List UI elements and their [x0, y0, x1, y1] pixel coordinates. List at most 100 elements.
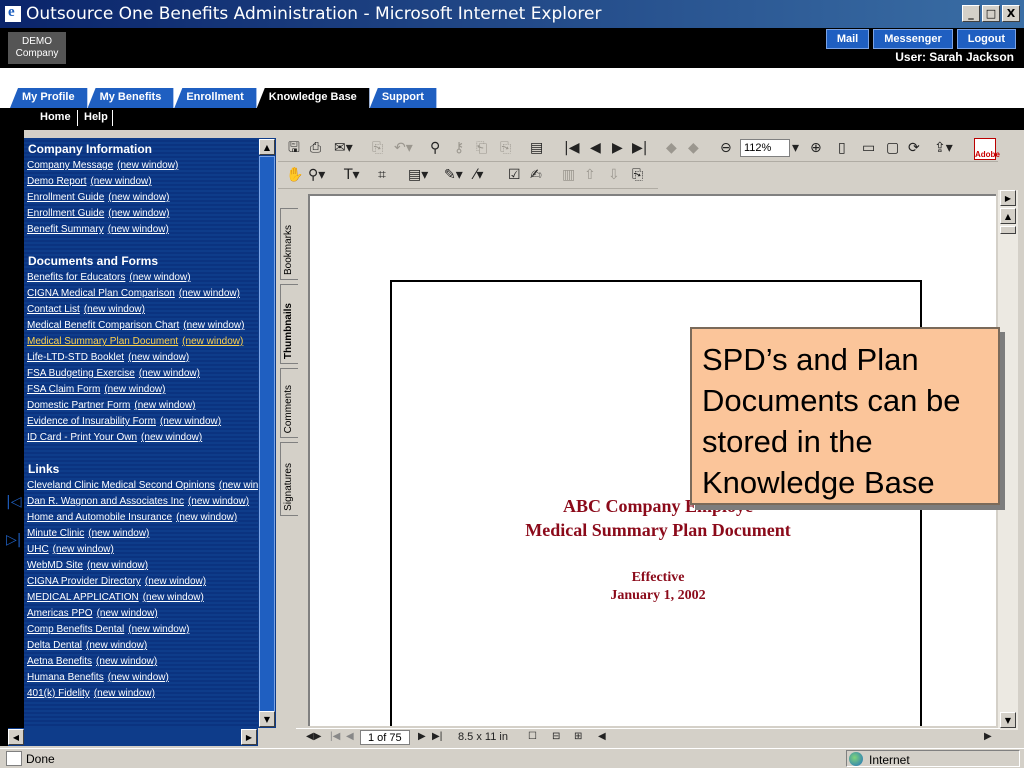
search-icon[interactable]: ⚷	[454, 140, 464, 156]
doc-scroll-up-icon[interactable]: ▲	[1000, 208, 1016, 224]
new-window-link[interactable]: (new window)	[117, 160, 178, 171]
kb-link[interactable]: Americas PPO (new window)	[27, 608, 158, 619]
previous-view-icon[interactable]: ⎗	[476, 140, 487, 156]
tab-thumbnails[interactable]: Thumbnails	[280, 284, 298, 364]
adobe-logo-icon[interactable]: Adobe	[974, 138, 1000, 160]
kb-link[interactable]: Aetna Benefits (new window)	[27, 656, 157, 667]
new-window-link[interactable]: (new window)	[145, 576, 206, 587]
new-window-link[interactable]: (new window)	[188, 496, 249, 507]
scroll-down-icon[interactable]: ▼	[259, 711, 275, 727]
bar-next-page-icon[interactable]: ▶	[418, 731, 426, 742]
note-tool-icon[interactable]: ▤▾	[408, 167, 428, 183]
new-window-link[interactable]: (new window)	[87, 560, 148, 571]
new-window-link[interactable]: (new window)	[104, 384, 165, 395]
previous-page-icon[interactable]: ◀	[590, 140, 601, 156]
kb-link[interactable]: CIGNA Medical Plan Comparison (new window…	[27, 288, 240, 299]
kb-link[interactable]: ID Card - Print Your Own (new window)	[27, 432, 202, 443]
bookmark-tool-icon[interactable]: ▥	[562, 167, 575, 183]
hscroll-left-icon[interactable]: ◀	[598, 731, 606, 742]
new-window-link[interactable]: (new window)	[94, 688, 155, 699]
fit-width-icon[interactable]: ▢	[886, 140, 899, 156]
page-down-icon[interactable]: ⇩	[608, 167, 620, 183]
hscroll-right-icon[interactable]: ▶	[984, 731, 992, 742]
kb-link[interactable]: Life-LTD-STD Booklet (new window)	[27, 352, 189, 363]
left-panel-scrollbar[interactable]: ▲ ▼	[258, 138, 276, 728]
page-up-icon[interactable]: ⇧	[584, 167, 596, 183]
kb-link[interactable]: Contact List (new window)	[27, 304, 145, 315]
zoom-input[interactable]: 112%	[740, 139, 790, 157]
kb-link[interactable]: Home and Automobile Insurance (new window…	[27, 512, 237, 523]
subnav-help[interactable]: Help	[84, 111, 108, 123]
kb-link[interactable]: 401(k) Fidelity (new window)	[27, 688, 155, 699]
tab-comments[interactable]: Comments	[280, 368, 298, 438]
bar-first-page-icon[interactable]: |◀	[330, 731, 340, 742]
nav-toggle-icon[interactable]: ◀▶	[306, 731, 321, 742]
doc-scroll-down-icon[interactable]: ▼	[1000, 712, 1016, 728]
kb-link[interactable]: Comp Benefits Dental (new window)	[27, 624, 189, 635]
kb-link[interactable]: Medical Summary Plan Document (new window…	[27, 336, 243, 347]
mail-button[interactable]: Mail	[825, 29, 870, 49]
kb-link[interactable]: FSA Budgeting Exercise (new window)	[27, 368, 200, 379]
next-view-icon[interactable]: ⎘	[500, 140, 511, 156]
tab-knowledge-base[interactable]: Knowledge Base	[256, 88, 370, 108]
text-select-icon[interactable]: T▾	[344, 167, 360, 183]
new-window-link[interactable]: (new window)	[219, 480, 258, 491]
new-window-link[interactable]: (new window)	[183, 320, 244, 331]
kb-link[interactable]: Dan R. Wagnon and Associates Inc (new win…	[27, 496, 249, 507]
doc-scroll-right-icon[interactable]: ▶	[1000, 190, 1016, 206]
new-window-link[interactable]: (new window)	[182, 336, 243, 347]
scroll-thumb[interactable]	[259, 156, 275, 716]
new-window-link[interactable]: (new window)	[108, 208, 169, 219]
rotate-icon[interactable]: ⟳	[908, 140, 920, 156]
kb-link[interactable]: Domestic Partner Form (new window)	[27, 400, 196, 411]
kb-link[interactable]: Delta Dental (new window)	[27, 640, 147, 651]
new-window-link[interactable]: (new window)	[139, 368, 200, 379]
new-window-link[interactable]: (new window)	[179, 288, 240, 299]
kb-link[interactable]: UHC (new window)	[27, 544, 114, 555]
save-icon[interactable]: 🖫	[288, 140, 300, 156]
kb-link[interactable]: Benefits for Educators (new window)	[27, 272, 191, 283]
continuous-icon[interactable]: ⊟	[552, 731, 560, 742]
kb-link[interactable]: Evidence of Insurability Form (new window…	[27, 416, 221, 427]
print-icon[interactable]: ⎙	[310, 140, 321, 156]
checkmark-icon[interactable]: ☑	[508, 167, 521, 183]
kb-link[interactable]: Company Message (new window)	[27, 160, 178, 171]
find-icon[interactable]: ⚲	[430, 140, 440, 156]
attach-icon[interactable]: ⎘	[632, 167, 643, 183]
close-button[interactable]: X	[1002, 5, 1020, 22]
last-page-icon[interactable]: ▶|	[632, 140, 647, 156]
pencil-tool-icon[interactable]: ✎▾	[444, 167, 463, 183]
page-number-field[interactable]: 1 of 75	[360, 730, 410, 745]
new-window-link[interactable]: (new window)	[86, 640, 147, 651]
new-window-link[interactable]: (new window)	[128, 624, 189, 635]
new-window-link[interactable]: (new window)	[108, 672, 169, 683]
new-window-link[interactable]: (new window)	[141, 432, 202, 443]
actual-size-icon[interactable]: ▯	[838, 140, 846, 156]
kb-link[interactable]: MEDICAL APPLICATION (new window)	[27, 592, 204, 603]
expand-right-icon[interactable]: ▷|	[6, 532, 21, 548]
kb-link[interactable]: Enrollment Guide (new window)	[27, 192, 169, 203]
minimize-button[interactable]: _	[962, 5, 980, 22]
kb-link[interactable]: Cleveland Clinic Medical Second Opinions…	[27, 480, 258, 491]
kb-link[interactable]: FSA Claim Form (new window)	[27, 384, 165, 395]
go-forward-icon[interactable]: ◆	[688, 140, 699, 156]
kb-link[interactable]: WebMD Site (new window)	[27, 560, 148, 571]
new-window-link[interactable]: (new window)	[108, 224, 169, 235]
new-window-link[interactable]: (new window)	[160, 416, 221, 427]
maximize-button[interactable]: □	[982, 5, 1000, 22]
single-page-icon[interactable]: ☐	[528, 731, 537, 742]
scroll-up-icon[interactable]: ▲	[259, 139, 275, 155]
pages-icon[interactable]: ▤	[530, 140, 543, 156]
scroll-right-icon[interactable]: ▶	[241, 729, 257, 745]
new-window-link[interactable]: (new window)	[128, 352, 189, 363]
snapshot-icon[interactable]: ⌗	[378, 167, 386, 183]
email-icon[interactable]: ✉▾	[334, 140, 353, 156]
tab-my-benefits[interactable]: My Benefits	[87, 88, 175, 108]
kb-link[interactable]: Medical Benefit Comparison Chart (new win…	[27, 320, 244, 331]
new-window-link[interactable]: (new window)	[90, 176, 151, 187]
go-back-icon[interactable]: ◆	[666, 140, 677, 156]
zoom-out-icon[interactable]: ⊖	[720, 140, 732, 156]
new-window-link[interactable]: (new window)	[134, 400, 195, 411]
facing-pages-icon[interactable]: ⊞	[574, 731, 582, 742]
kb-link[interactable]: Enrollment Guide (new window)	[27, 208, 169, 219]
